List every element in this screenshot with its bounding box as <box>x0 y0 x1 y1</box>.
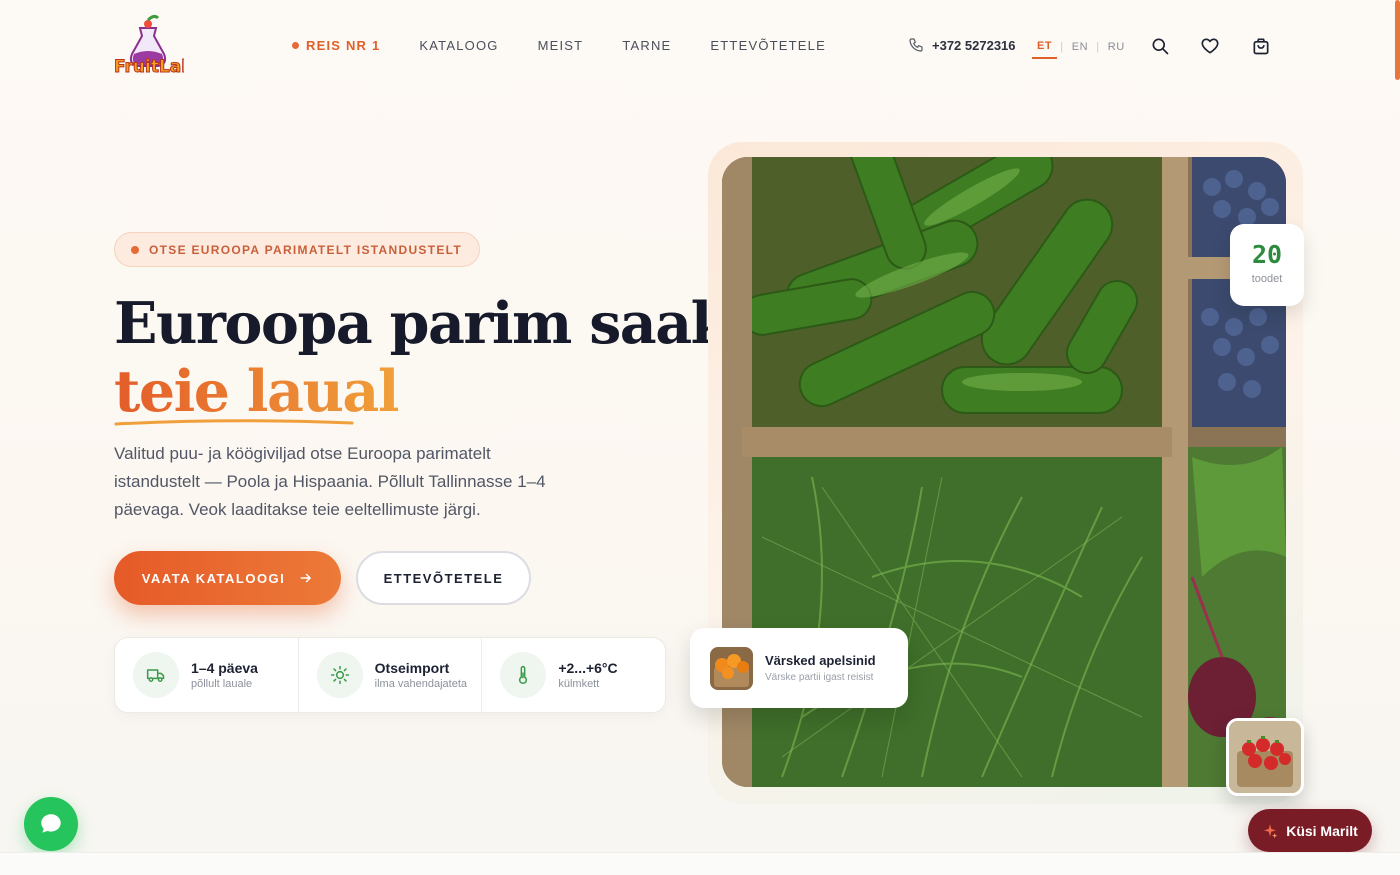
chat-icon <box>41 814 61 833</box>
phone-icon <box>909 38 923 52</box>
search-icon[interactable] <box>1150 36 1170 56</box>
products-count: 20 <box>1251 240 1283 269</box>
fruitlab-logo[interactable]: FruitLab <box>112 14 184 76</box>
lang-ru[interactable]: RU <box>1103 41 1130 58</box>
feature-delivery: 1–4 päeva põllult lauale <box>115 638 299 712</box>
promo-title: Värsked apelsinid <box>765 653 876 668</box>
chat-bubble-button[interactable] <box>24 797 78 851</box>
arrow-right-icon <box>300 573 312 583</box>
feature-cold-chain: +2...+6°C külmkett <box>482 638 665 712</box>
svg-text:FruitLab: FruitLab <box>114 57 184 76</box>
scroll-indicator[interactable] <box>1395 0 1400 80</box>
feature-subtitle: külmkett <box>558 678 600 690</box>
hero-description: Valitud puu- ja köögiviljad otse Euroopa… <box>114 444 546 519</box>
nav-item-label: ETTEVÕTETELE <box>710 38 826 53</box>
feature-subtitle: põllult lauale <box>191 678 253 690</box>
fresh-oranges-card[interactable]: Värsked apelsinid Värske partii igast re… <box>690 628 908 708</box>
nav-item-tarne[interactable]: TARNE <box>622 38 671 53</box>
feature-import: Otseimport ilma vahendajateta <box>299 638 483 712</box>
ask-label: Küsi Marilt <box>1286 822 1358 839</box>
nav-item-label: REIS NR 1 <box>306 38 381 53</box>
nav-item-meist[interactable]: MEIST <box>538 38 584 53</box>
language-switcher: ET | EN | RU <box>1032 40 1130 59</box>
badge-dot-icon <box>131 245 139 254</box>
sun-icon <box>316 652 363 698</box>
feature-title: 1–4 päeva <box>191 660 258 676</box>
strawberries-thumbnail[interactable] <box>1226 718 1304 796</box>
feature-subtitle: ilma vahendajateta <box>374 678 468 690</box>
main-nav: REIS NR 1 KATALOOG MEIST TARNE ETTEVÕTET… <box>292 38 826 53</box>
page: FruitLab REIS NR 1 KATALOOG MEIST TARNE … <box>0 0 1400 875</box>
truck-icon <box>133 652 179 698</box>
business-button[interactable]: ETTEVÕTETELE <box>356 551 531 605</box>
view-catalog-button[interactable]: VAATA KATALOOGI <box>114 551 341 605</box>
lang-divider: | <box>1096 41 1100 53</box>
lang-et[interactable]: ET <box>1032 40 1058 59</box>
nav-item-label: KATALOOG <box>419 38 499 53</box>
feature-title: +2...+6°C <box>558 660 618 676</box>
ask-mari-button[interactable]: Küsi Marilt <box>1248 809 1372 852</box>
products-count-card: 20 toodet <box>1230 224 1304 306</box>
active-dot-icon <box>292 42 299 49</box>
badge-label: OTSE EUROOPA PARIMATELT ISTANDUSTELT <box>149 242 463 257</box>
thermometer-icon <box>500 652 547 698</box>
hero-title: Euroopa parim saak teie laual <box>114 290 730 426</box>
primary-cta-label: VAATA KATALOOGI <box>141 570 286 586</box>
hero-badge: OTSE EUROOPA PARIMATELT ISTANDUSTELT <box>114 232 481 267</box>
heart-icon[interactable] <box>1200 36 1220 56</box>
next-section-edge <box>0 852 1400 875</box>
sparkle-icon <box>1264 823 1278 838</box>
phone-link[interactable]: +372 5272316 <box>908 37 1016 53</box>
nav-item-label: MEIST <box>537 38 584 53</box>
products-count-label: toodet <box>1251 273 1283 285</box>
cart-icon[interactable] <box>1251 36 1271 56</box>
promo-subtitle: Värske partii igast reisist <box>765 672 874 683</box>
title-underline <box>114 419 354 426</box>
phone-number: +372 5272316 <box>932 37 1016 53</box>
nav-item-reis[interactable]: REIS NR 1 <box>292 38 380 53</box>
oranges-thumbnail <box>710 646 753 690</box>
lang-divider: | <box>1060 41 1064 53</box>
lang-en[interactable]: EN <box>1067 41 1093 58</box>
feature-title: Otseimport <box>374 660 450 676</box>
nav-item-kataloog[interactable]: KATALOOG <box>419 38 498 53</box>
hero-title-line2: teie laual <box>114 358 399 425</box>
nav-item-ettevotetele[interactable]: ETTEVÕTETELE <box>710 38 826 53</box>
features-bar: 1–4 päeva põllult lauale Otseimport ilma v… <box>114 637 666 713</box>
nav-item-label: TARNE <box>622 38 672 53</box>
hero-title-line1: Euroopa parim saak <box>114 290 730 357</box>
